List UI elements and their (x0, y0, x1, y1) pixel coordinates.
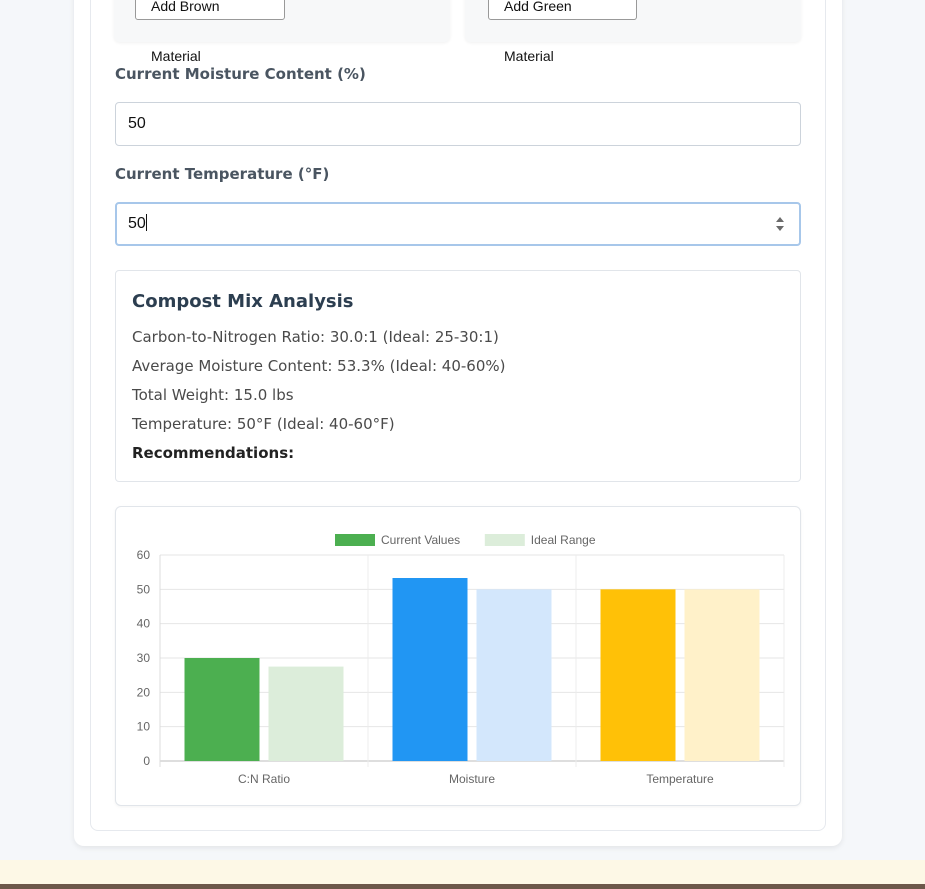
y-tick-label: 40 (137, 617, 151, 631)
bar (392, 578, 468, 761)
analysis-title: Compost Mix Analysis (132, 291, 354, 312)
legend-label: Ideal Range (531, 533, 596, 547)
weight-text: Total Weight: 15.0 lbs (132, 386, 294, 404)
analysis-panel: Compost Mix Analysis Carbon-to-Nitrogen … (115, 270, 801, 482)
cn-ratio-text: Carbon-to-Nitrogen Ratio: 30.0:1 (Ideal:… (132, 328, 499, 346)
chart-card: 0 10 20 30 40 50 60 C:N Ratio Moisture Temperatur… (115, 506, 801, 806)
y-tick-label: 20 (137, 685, 151, 699)
y-tick-label: 60 (137, 548, 151, 562)
legend-label: Current Values (381, 533, 460, 547)
y-tick-label: 0 (143, 754, 150, 768)
bar (600, 589, 676, 761)
temperature-input-value: 50 (128, 215, 146, 232)
footer-bar (0, 884, 925, 889)
legend-swatch (335, 534, 375, 546)
recommendations-heading: Recommendations: (132, 444, 295, 462)
bar (684, 589, 760, 761)
y-tick-label: 50 (137, 582, 151, 596)
moisture-label: Current Moisture Content (%) (115, 65, 366, 83)
compost-bar-chart: 0 10 20 30 40 50 60 C:N Ratio Moisture Temperatur… (137, 533, 785, 786)
moisture-input[interactable]: 50 (115, 102, 801, 146)
y-tick-label: 10 (137, 720, 151, 734)
spinner-arrows-icon[interactable] (775, 216, 785, 232)
moisture-input-value: 50 (128, 115, 146, 132)
moisture-text: Average Moisture Content: 53.3% (Ideal: … (132, 357, 506, 375)
text-cursor (145, 214, 147, 231)
temperature-input[interactable]: 50 (115, 202, 801, 246)
x-tick-label: Temperature (646, 772, 714, 786)
temperature-text: Temperature: 50°F (Ideal: 40-60°F) (132, 415, 395, 433)
bar (476, 589, 552, 761)
x-tick-label: Moisture (449, 772, 495, 786)
y-tick-label: 30 (137, 651, 151, 665)
add-brown-material-button[interactable]: Add Brown Material (135, 0, 285, 64)
bar (268, 666, 344, 761)
bar (184, 658, 260, 761)
legend-swatch (484, 534, 525, 546)
add-green-material-button[interactable]: Add Green Material (488, 0, 637, 64)
x-tick-label: C:N Ratio (238, 772, 290, 786)
temperature-label: Current Temperature (°F) (115, 165, 330, 183)
